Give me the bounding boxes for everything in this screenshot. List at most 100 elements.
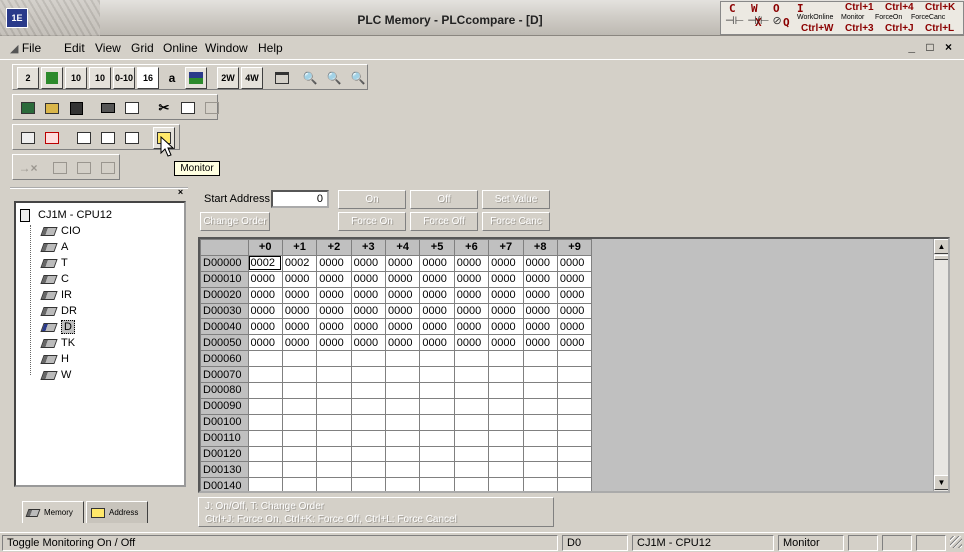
column-header[interactable]: +4 bbox=[384, 239, 421, 256]
column-header[interactable]: +7 bbox=[488, 239, 524, 256]
memory-cell[interactable] bbox=[384, 477, 421, 491]
memory-cell[interactable] bbox=[419, 429, 455, 447]
memory-cell[interactable]: 0000 bbox=[488, 318, 524, 336]
display-signed-decimal-button[interactable]: 10 bbox=[89, 67, 111, 89]
memory-cell[interactable] bbox=[316, 382, 352, 399]
menu-grid[interactable]: Grid bbox=[131, 41, 154, 55]
memory-cell[interactable]: 0002 bbox=[247, 254, 283, 272]
column-header[interactable]: +5 bbox=[419, 239, 455, 256]
memory-cell[interactable]: 0000 bbox=[522, 302, 558, 320]
memory-cell[interactable]: 0000 bbox=[453, 286, 490, 304]
memory-cell[interactable]: 0000 bbox=[453, 334, 490, 352]
memory-cell[interactable] bbox=[350, 477, 387, 491]
memory-cell[interactable]: 0000 bbox=[453, 302, 490, 320]
row-address[interactable]: D00090 bbox=[200, 397, 249, 415]
memory-cell[interactable]: 0000 bbox=[384, 270, 421, 288]
memory-cell[interactable]: 0000 bbox=[316, 286, 352, 304]
memory-cell[interactable] bbox=[281, 350, 318, 368]
compare-icon[interactable] bbox=[73, 127, 95, 149]
memory-cell[interactable] bbox=[281, 382, 318, 399]
display-4word-button[interactable]: 4W bbox=[241, 67, 263, 89]
memory-cell[interactable] bbox=[488, 429, 524, 447]
display-2word-button[interactable]: 2W bbox=[217, 67, 239, 89]
memory-cell[interactable] bbox=[556, 429, 593, 447]
memory-cell[interactable] bbox=[419, 366, 455, 384]
memory-cell[interactable]: 0000 bbox=[419, 270, 455, 288]
memory-cell[interactable] bbox=[247, 366, 283, 384]
column-header[interactable]: +0 bbox=[247, 239, 283, 256]
memory-cell[interactable] bbox=[384, 413, 421, 431]
on-button[interactable]: On bbox=[338, 190, 406, 209]
display-bcd-button[interactable]: 0-10 bbox=[113, 67, 135, 89]
memory-cell[interactable] bbox=[247, 413, 283, 431]
menu-view[interactable]: View bbox=[95, 41, 121, 55]
print-icon[interactable] bbox=[97, 97, 119, 119]
paste-icon[interactable] bbox=[201, 97, 223, 119]
memory-cell[interactable] bbox=[556, 477, 593, 491]
tree-item-tk[interactable]: TK bbox=[40, 335, 75, 351]
memory-cell[interactable] bbox=[522, 382, 558, 399]
memory-cell[interactable] bbox=[453, 461, 490, 479]
menu-file[interactable]: ◢ File bbox=[10, 41, 41, 55]
print-preview-icon[interactable] bbox=[121, 97, 143, 119]
memory-cell[interactable] bbox=[247, 445, 283, 463]
row-address[interactable]: D00070 bbox=[200, 366, 249, 384]
memory-cell[interactable]: 0000 bbox=[247, 334, 283, 352]
memory-cell[interactable] bbox=[488, 413, 524, 431]
start-address-input[interactable] bbox=[271, 190, 329, 208]
memory-cell[interactable] bbox=[556, 366, 593, 384]
find-icon[interactable] bbox=[121, 127, 143, 149]
memory-cell[interactable] bbox=[453, 366, 490, 384]
set-icon[interactable]: →× bbox=[17, 157, 39, 179]
force-cancel-button[interactable]: Force Canc bbox=[482, 212, 550, 231]
memory-cell[interactable]: 0000 bbox=[281, 286, 318, 304]
memory-cell[interactable] bbox=[488, 382, 524, 399]
memory-cell[interactable]: 0000 bbox=[522, 334, 558, 352]
memory-cell[interactable]: 0000 bbox=[384, 286, 421, 304]
memory-cell[interactable] bbox=[556, 413, 593, 431]
tree-item-a[interactable]: A bbox=[40, 239, 68, 255]
column-header[interactable]: +8 bbox=[522, 239, 558, 256]
memory-cell[interactable]: 0000 bbox=[247, 286, 283, 304]
memory-cell[interactable] bbox=[247, 477, 283, 491]
off-button[interactable]: Off bbox=[410, 190, 478, 209]
memory-cell[interactable] bbox=[522, 413, 558, 431]
memory-cell[interactable] bbox=[316, 350, 352, 368]
memory-cell[interactable] bbox=[247, 461, 283, 479]
set-value-button[interactable]: Set Value bbox=[482, 190, 550, 209]
memory-cell[interactable]: 0000 bbox=[316, 318, 352, 336]
memory-cell[interactable] bbox=[419, 382, 455, 399]
row-address[interactable]: D00050 bbox=[200, 334, 249, 352]
memory-cell[interactable]: 0000 bbox=[522, 286, 558, 304]
memory-cell[interactable] bbox=[384, 429, 421, 447]
memory-cell[interactable]: 0002 bbox=[281, 254, 318, 272]
row-address[interactable]: D00040 bbox=[200, 318, 249, 336]
row-address[interactable]: D00010 bbox=[200, 270, 249, 288]
change-order-button[interactable]: Change Order bbox=[200, 212, 270, 231]
row-address[interactable]: D00140 bbox=[200, 477, 249, 491]
menu-edit[interactable]: Edit bbox=[64, 41, 85, 55]
transfer-from-plc-icon[interactable] bbox=[41, 127, 63, 149]
memory-cell[interactable] bbox=[281, 445, 318, 463]
memory-cell[interactable] bbox=[384, 350, 421, 368]
memory-cell[interactable]: 0000 bbox=[419, 302, 455, 320]
memory-cell[interactable]: 0000 bbox=[384, 334, 421, 352]
memory-cell[interactable]: 0000 bbox=[453, 254, 490, 272]
memory-cell[interactable] bbox=[247, 429, 283, 447]
memory-cell[interactable] bbox=[488, 350, 524, 368]
memory-cell[interactable]: 0000 bbox=[316, 302, 352, 320]
memory-cell[interactable]: 0000 bbox=[247, 302, 283, 320]
tree-item-d[interactable]: D bbox=[40, 319, 75, 335]
memory-cell[interactable]: 0000 bbox=[453, 270, 490, 288]
memory-cell[interactable] bbox=[419, 413, 455, 431]
memory-cell[interactable]: 0000 bbox=[488, 270, 524, 288]
columns-icon[interactable] bbox=[271, 67, 293, 89]
memory-cell[interactable]: 0000 bbox=[384, 318, 421, 336]
memory-cell[interactable] bbox=[419, 397, 455, 415]
column-header[interactable]: +2 bbox=[316, 239, 352, 256]
memory-cell[interactable] bbox=[350, 429, 387, 447]
memory-cell[interactable] bbox=[281, 413, 318, 431]
cut-icon[interactable]: ✂ bbox=[153, 97, 175, 119]
memory-cell[interactable] bbox=[522, 477, 558, 491]
memory-cell[interactable] bbox=[453, 477, 490, 491]
